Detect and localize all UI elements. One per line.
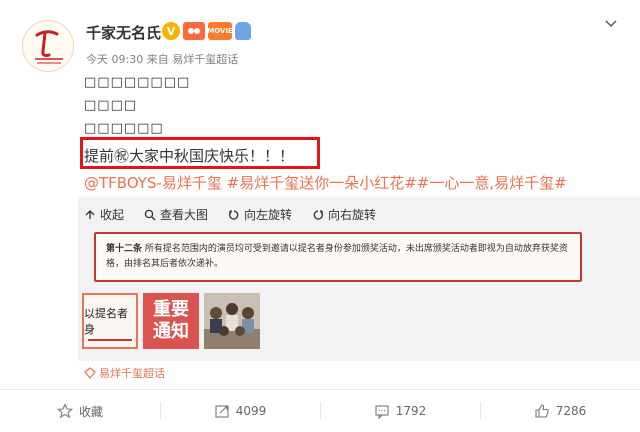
rotate-left-icon	[229, 209, 239, 220]
post-meta: 今天 09:30 来自 易烊千玺超话	[86, 51, 238, 67]
view-large-label: 查看大图	[160, 208, 209, 222]
verified-badge-icon[interactable]: V	[162, 22, 180, 40]
thumbnail-selected[interactable]: 以提名者身	[82, 293, 138, 349]
post-text-line: □□□□□□	[84, 121, 164, 136]
thumbnail-text: 以提名者身	[84, 307, 128, 336]
rotate-left-label: 向左旋转	[244, 208, 293, 222]
post-actions: 收藏 4099 1792 7286	[0, 390, 640, 432]
rotate-right-label: 向右旋转	[328, 208, 377, 222]
thumbnail-underline	[88, 339, 132, 341]
like-count: 7286	[555, 404, 587, 418]
rotate-right-icon	[313, 209, 324, 220]
thumbs-up-icon	[535, 404, 549, 418]
magnifier-icon	[144, 209, 156, 220]
topic-link[interactable]: 易烊千玺超话	[84, 365, 165, 381]
collapse-label: 收起	[100, 208, 125, 222]
comment-button[interactable]: 1792	[320, 390, 480, 432]
like-button[interactable]: 7286	[480, 390, 640, 432]
collapse-button[interactable]: 收起	[84, 206, 124, 223]
repost-count: 4099	[235, 404, 267, 418]
share-icon	[215, 405, 229, 418]
fans-badge-icon[interactable]	[183, 22, 205, 40]
movie-badge-icon[interactable]: MOVIE	[207, 22, 233, 40]
comment-count: 1792	[395, 404, 427, 418]
vip-badge-icon[interactable]	[235, 22, 251, 40]
avatar[interactable]	[22, 20, 74, 72]
rotate-left-button[interactable]: 向左旋转	[228, 206, 292, 223]
topic-link-label: 易烊千玺超话	[99, 367, 165, 380]
repost-button[interactable]: 4099	[160, 390, 320, 432]
post-text-line: □□□□□□□□	[84, 75, 191, 90]
post-text-line: □□□□	[84, 98, 138, 113]
username[interactable]: 千家无名氏	[86, 22, 161, 43]
thumbnail-photo[interactable]	[204, 293, 260, 349]
thumbnail-strip: 以提名者身 重要 通知	[82, 293, 260, 349]
rotate-right-button[interactable]: 向右旋转	[312, 206, 376, 223]
post-main-text: 提前㊗大家中秋国庆快乐！！！	[84, 147, 295, 165]
post-source-link[interactable]: 易烊千玺超话	[172, 53, 238, 66]
view-large-button[interactable]: 查看大图	[144, 206, 208, 223]
star-icon	[56, 403, 73, 419]
chevron-down-icon[interactable]	[602, 14, 620, 32]
post-tags-link[interactable]: @TFBOYS-易烊千玺 #易烊千玺送你一朵小红花##一心一意,易烊千玺#	[84, 172, 567, 193]
favorite-label: 收藏	[78, 404, 103, 419]
user-badges: V MOVIE	[162, 22, 251, 40]
collapse-arrow-icon	[85, 209, 95, 219]
diamond-icon	[84, 367, 96, 379]
source-from-label: 来自	[146, 53, 169, 66]
favorite-button[interactable]: 收藏	[0, 390, 160, 432]
notice-body: 所有提名范围内的演员均可受到邀请以提名者身份参加颁奖活动，未出席颁奖活动者即视为…	[106, 244, 568, 269]
notice-image[interactable]: 第十二条 所有提名范围内的演员均可受到邀请以提名者身份参加颁奖活动，未出席颁奖活…	[94, 232, 582, 282]
media-toolbar: 收起 查看大图 向左旋转 向右旋转	[84, 206, 376, 223]
weibo-post-card: 千家无名氏 V MOVIE 今天 09:30 来自 易烊千玺超话 □□□□□□□…	[0, 0, 640, 432]
post-time[interactable]: 今天 09:30	[86, 53, 143, 66]
thumbnail-notice[interactable]: 重要 通知	[143, 293, 199, 349]
comment-icon	[375, 405, 389, 419]
notice-heading: 第十二条	[106, 244, 143, 254]
thumbnail-title-line2: 通知	[153, 321, 189, 342]
thumbnail-title-line1: 重要	[153, 299, 189, 320]
